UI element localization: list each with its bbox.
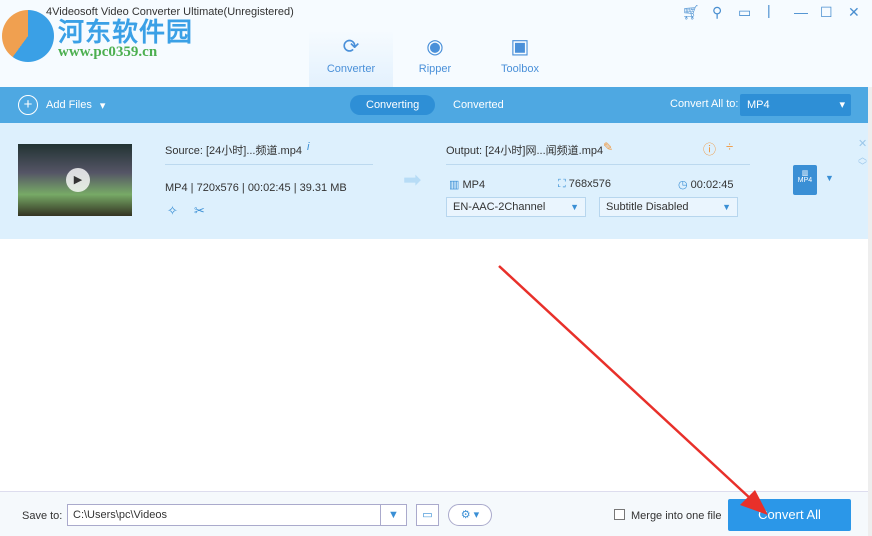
- separator: |: [767, 2, 771, 18]
- play-icon[interactable]: ▶: [66, 168, 90, 192]
- merge-checkbox[interactable]: [614, 509, 625, 520]
- minimize-icon[interactable]: —: [794, 4, 808, 20]
- chevron-down-icon: ▾: [99, 99, 106, 112]
- output-resolution: ⛶ 768x576: [558, 178, 611, 190]
- plus-icon: +: [18, 95, 38, 115]
- merge-label: Merge into one file: [631, 510, 722, 522]
- chevron-down-icon[interactable]: ▼: [825, 173, 834, 183]
- move-down-icon[interactable]: ﹀: [858, 159, 867, 172]
- tab-label: Toolbox: [501, 63, 539, 75]
- maximize-icon[interactable]: ☐: [820, 4, 833, 21]
- converter-icon: ⟳: [342, 36, 360, 58]
- enhance-icon[interactable]: ✧: [167, 203, 178, 219]
- output-duration: ◷ 00:02:45: [678, 179, 734, 191]
- output-format-button[interactable]: ▥ MP4: [793, 165, 817, 195]
- clock-icon: ◷: [678, 179, 688, 191]
- chevron-down-icon: ▼: [570, 202, 579, 212]
- output-name: Output: [24小时]网...闻频道.mp4: [446, 145, 604, 157]
- path-dropdown-button[interactable]: ▼: [380, 504, 407, 526]
- chevron-down-icon: ▼: [722, 202, 731, 212]
- save-path-input[interactable]: C:\Users\pc\Videos: [67, 504, 381, 526]
- cut-icon[interactable]: ✂: [194, 203, 205, 219]
- file-item: ▶ Source: [24小时]...频道.mp4 i MP4 | 720x57…: [0, 123, 868, 239]
- tab-converted[interactable]: Converted: [437, 95, 520, 115]
- info-circle-icon[interactable]: ⓘ: [703, 139, 716, 158]
- source-name: Source: [24小时]...频道.mp4: [165, 145, 302, 157]
- tab-converter[interactable]: ⟳ Converter: [309, 30, 393, 87]
- convert-all-format-select[interactable]: MP4 ▾: [740, 94, 851, 116]
- settings-button[interactable]: ⚙ ▾: [448, 504, 492, 526]
- toolbar: + Add Files ▾ Converting Converted Convert…: [0, 87, 872, 123]
- convert-all-to-label: Convert All to:: [670, 98, 739, 110]
- divider: [446, 164, 750, 165]
- tab-label: Ripper: [418, 63, 452, 75]
- add-files-button[interactable]: + Add Files ▾: [18, 95, 105, 115]
- ripper-icon: ◉: [426, 36, 444, 58]
- compress-icon[interactable]: ÷: [726, 139, 733, 154]
- edit-icon[interactable]: ✎: [603, 140, 613, 154]
- feedback-icon[interactable]: ▭: [738, 4, 751, 21]
- arrow-right-icon: ➡: [403, 167, 422, 192]
- film-icon: ▥: [449, 179, 460, 191]
- subtitle-select[interactable]: Subtitle Disabled ▼: [599, 197, 738, 217]
- title-bar: 4Videosoft Video Converter Ultimate(Unre…: [0, 0, 872, 87]
- cart-icon[interactable]: 🛒︎: [682, 4, 700, 21]
- remove-icon[interactable]: ✕: [858, 137, 867, 150]
- info-icon[interactable]: i: [307, 141, 309, 153]
- key-icon[interactable]: ⚲: [712, 4, 722, 21]
- toolbox-icon: ▣: [510, 36, 530, 58]
- footer: Save to: C:\Users\pc\Videos ▼ ▭ ⚙ ▾ Merg…: [0, 491, 868, 536]
- audio-track-select[interactable]: EN-AAC-2Channel ▼: [446, 197, 586, 217]
- tab-converting[interactable]: Converting: [350, 95, 436, 115]
- resize-icon: ⛶: [558, 178, 566, 190]
- chevron-down-icon: ▾: [839, 99, 845, 111]
- save-to-label: Save to:: [22, 510, 63, 522]
- open-folder-button[interactable]: ▭: [416, 504, 439, 526]
- output-format: ▥ MP4: [449, 179, 486, 191]
- video-thumbnail[interactable]: ▶: [18, 144, 132, 216]
- divider: [165, 164, 373, 165]
- tab-label: Converter: [326, 63, 376, 75]
- close-icon[interactable]: ✕: [848, 4, 860, 21]
- add-files-label: Add Files: [46, 99, 92, 111]
- tab-ripper[interactable]: ◉ Ripper: [393, 30, 477, 87]
- tab-toolbox[interactable]: ▣ Toolbox: [478, 30, 562, 87]
- watermark-url: www.pc0359.cn: [58, 44, 158, 60]
- scrollbar[interactable]: [868, 87, 872, 536]
- source-info: MP4 | 720x576 | 00:02:45 | 39.31 MB: [165, 182, 347, 194]
- convert-all-button[interactable]: Convert All: [728, 499, 851, 531]
- format-value: MP4: [747, 99, 770, 111]
